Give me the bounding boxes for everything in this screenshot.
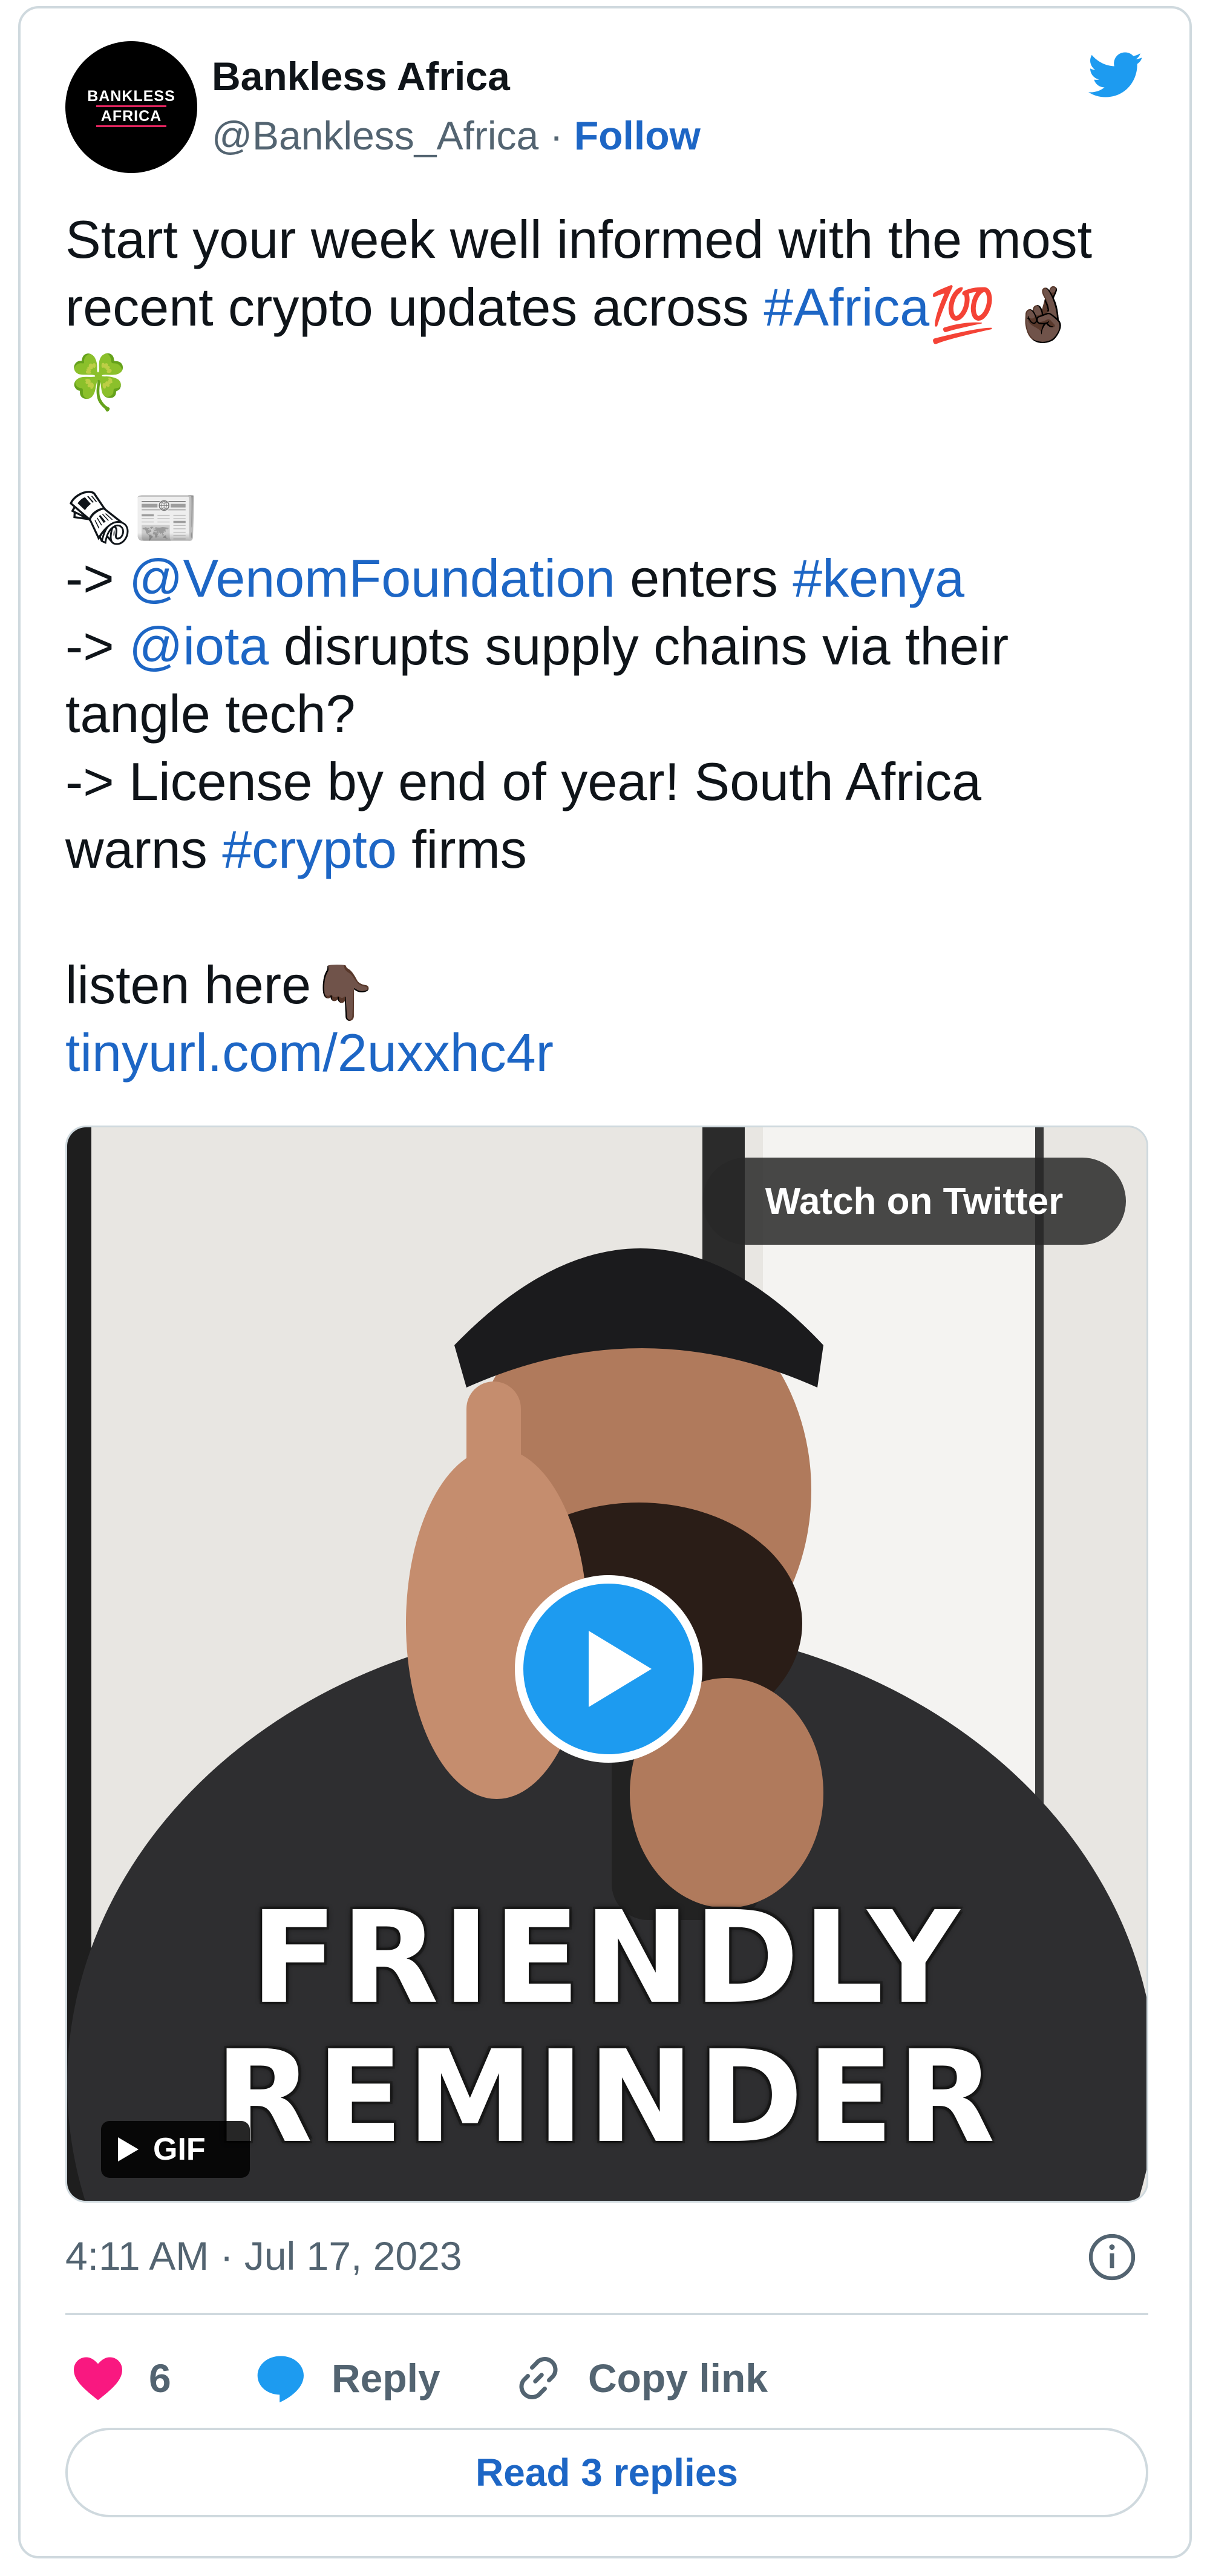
link-icon [519,2357,558,2399]
copy-link-button[interactable]: Copy link [513,2348,768,2408]
rolled-newspaper-icon: 🗞 [65,488,133,548]
tweet-timestamp[interactable]: 4:11 AM · Jul 17, 2023 [65,2233,462,2279]
tweet-text-span: listen here [65,955,312,1015]
four-leaf-clover-icon: 🍀 [65,352,132,412]
twitter-bird-icon[interactable] [1082,47,1150,102]
tweet-text-span: tangle tech? [65,684,356,744]
crossed-fingers-icon: 🤞🏿 [1010,284,1077,344]
tweet-line: recent crypto updates across #Africa💯 🤞🏿 [65,274,1160,344]
hashtag-kenya[interactable]: #kenya [793,548,964,608]
tweet-text-span: -> [65,548,129,608]
mention-iota[interactable]: @iota [129,616,269,676]
avatar-text-bottom: AFRICA [96,105,167,127]
tweet-line: warns #crypto firms [65,816,1160,883]
author-name[interactable]: Bankless Africa [212,53,510,99]
reply-button[interactable]: Reply [254,2348,440,2408]
tweet-text-span: disrupts supply chains via their [269,616,1009,676]
watch-on-twitter-button[interactable]: Watch on Twitter [702,1158,1126,1245]
play-icon [589,1631,652,1707]
tweet-text: Start your week well informed with the m… [65,206,1160,1087]
avatar-text-top: BANKLESS [87,88,175,105]
hashtag-crypto[interactable]: #crypto [222,819,397,879]
author-handle[interactable]: @Bankless_Africa [212,113,538,158]
tweet-line: tangle tech? [65,680,1160,748]
tweet-line: 🗞📰 [65,477,1160,548]
play-small-icon [118,2137,139,2161]
gif-label: GIF [153,2132,206,2167]
follow-button[interactable]: Follow [574,113,701,158]
gif-media[interactable]: Watch on Twitter FRIENDLY REMINDER GIF [65,1126,1148,2203]
tweet-line: tinyurl.com/2uxxhc4r [65,1019,1160,1087]
info-icon[interactable] [1087,2232,1137,2283]
tweet-text-span: Start your week well informed with the m… [65,209,1093,269]
gif-caption-line1: FRIENDLY [250,1884,963,2032]
mention-venomfoundation[interactable]: @VenomFoundation [129,548,615,608]
tweet-line: -> License by end of year! South Africa [65,748,1160,816]
gif-badge: GIF [101,2121,250,2178]
author-handle-row: @Bankless_Africa · Follow [212,113,701,159]
newspaper-icon: 📰 [132,488,200,548]
tweet-line: -> @iota disrupts supply chains via thei… [65,612,1160,680]
tweet-text-span: recent crypto updates across [65,277,764,337]
hashtag-africa[interactable]: #Africa [764,277,929,337]
tweet-text-span: firms [396,819,527,879]
like-button[interactable]: 6 [71,2348,171,2408]
tweet-text-span: enters [615,548,793,608]
play-button[interactable] [515,1575,702,1763]
reply-bubble-icon [257,2356,304,2403]
hundred-points-icon: 💯 [929,284,996,344]
read-replies-button[interactable]: Read 3 replies [65,2428,1148,2517]
reply-label: Reply [332,2356,440,2401]
tweet-actions: 6 Reply Copy link [65,2348,1148,2408]
tweet-text-span: warns [65,819,223,879]
tweet-line: Start your week well informed with the m… [65,206,1160,274]
tweet-text-span: -> License by end of year! South Africa [65,752,982,811]
pointing-down-icon: 👇🏿 [311,962,378,1022]
divider [65,2313,1148,2315]
handle-separator: · [549,113,563,158]
avatar[interactable]: BANKLESS AFRICA [65,41,197,173]
heart-icon [74,2357,122,2401]
tweet-line: listen here👇🏿 [65,951,1160,1022]
tweet-line: 🍀 [65,341,1160,412]
tweet-text-span: -> [65,616,129,676]
tweet-link[interactable]: tinyurl.com/2uxxhc4r [65,1023,554,1083]
tweet-line: -> @VenomFoundation enters #kenya [65,545,1160,612]
like-count: 6 [149,2356,171,2401]
copy-link-label: Copy link [588,2356,768,2401]
